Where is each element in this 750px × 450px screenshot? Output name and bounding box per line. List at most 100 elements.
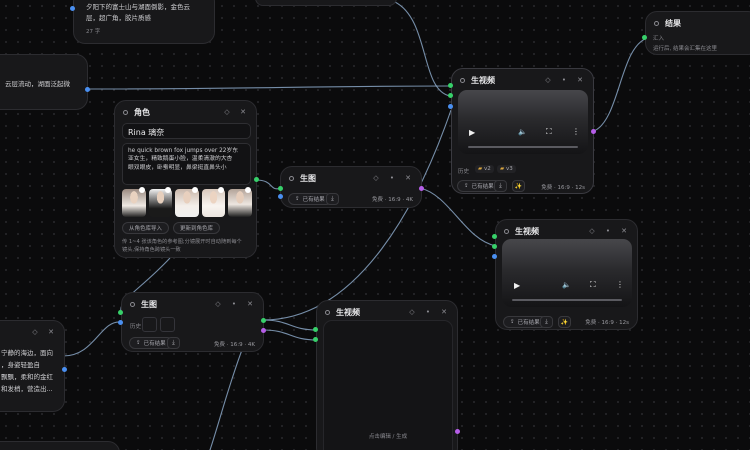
history-slot[interactable]: [142, 317, 157, 332]
reference-image[interactable]: [175, 187, 199, 217]
prompt-node-top[interactable]: 夕阳下的富士山与湖面倒影，金色云 层，超广角，胶片质感 27 字: [73, 0, 215, 44]
video-player[interactable]: ▶ 🔈 ⛶ ⋮: [502, 239, 632, 307]
reference-image[interactable]: [122, 187, 146, 217]
input-port[interactable]: [642, 35, 647, 40]
wire: [262, 109, 452, 321]
tag-icon[interactable]: ◇: [543, 76, 553, 84]
download-icon[interactable]: ⤓: [494, 180, 507, 192]
tag-icon[interactable]: ◇: [407, 308, 417, 316]
more-icon[interactable]: •: [603, 227, 613, 235]
role-desc-field[interactable]: he quick brown fox jumps over 22岁东 亚女生，精…: [122, 143, 251, 185]
result-node[interactable]: 结果 汇入 运行后, 结果会汇集在这里: [645, 11, 750, 55]
gen-meta: 免费 · 16:9 · 12s: [585, 320, 629, 326]
output-port[interactable]: [455, 429, 460, 434]
gen-image-node[interactable]: 生图 ◇ • ✕ 历史 ⇪ 已有结果 ⤓ 免费 · 16:9 · 4K: [121, 292, 264, 352]
gen-video-node[interactable]: 生视频 ◇ • ✕ 点击编辑 / 生成: [316, 300, 458, 450]
input-port[interactable]: [313, 327, 318, 332]
upload-icon: ⇪: [464, 183, 469, 189]
progress-bar[interactable]: [512, 299, 622, 301]
history-item[interactable]: ▰ v2: [475, 165, 494, 173]
more-icon[interactable]: •: [387, 174, 397, 182]
fullscreen-icon[interactable]: ⛶: [546, 127, 552, 137]
more-icon[interactable]: •: [229, 300, 239, 308]
remove-icon[interactable]: [138, 187, 145, 193]
download-icon[interactable]: ⤓: [167, 337, 180, 349]
history-slot[interactable]: [160, 317, 175, 332]
download-icon[interactable]: ⤓: [326, 193, 339, 205]
sparkle-icon[interactable]: ✨: [558, 316, 571, 328]
video-placeholder[interactable]: 点击编辑 / 生成: [323, 320, 453, 450]
more-icon[interactable]: •: [423, 308, 433, 316]
node-partial-top[interactable]: [255, 0, 397, 6]
play-icon[interactable]: ▶: [469, 128, 475, 137]
wire: [394, 1, 451, 97]
input-port[interactable]: [313, 337, 318, 342]
close-icon[interactable]: ✕: [619, 227, 629, 235]
output-port[interactable]: [254, 177, 259, 182]
close-icon[interactable]: ✕: [575, 76, 585, 84]
input-port[interactable]: [278, 194, 283, 199]
input-port[interactable]: [492, 254, 497, 259]
node-partial-bottom[interactable]: [0, 441, 120, 450]
more-icon[interactable]: •: [559, 76, 569, 84]
input-port[interactable]: [492, 244, 497, 249]
import-from-library-button[interactable]: 从角色库导入: [122, 222, 170, 234]
volume-icon[interactable]: 🔈: [562, 281, 571, 289]
role-node[interactable]: 角色 ◇ ✕ Rina 璃奈 he quick brown fox jumps …: [114, 100, 257, 258]
role-desc-line: 眼双眼皮，卧蚕明显，鼻梁挺直鼻头小: [128, 164, 227, 171]
reference-image[interactable]: [148, 187, 173, 217]
input-port[interactable]: [448, 83, 453, 88]
reference-image[interactable]: [201, 187, 226, 217]
output-port[interactable]: [62, 367, 67, 372]
history-label: 历史: [458, 169, 470, 175]
close-icon[interactable]: ✕: [238, 108, 248, 116]
role-name-input[interactable]: Rina 璃奈: [122, 123, 251, 139]
tag-icon[interactable]: ◇: [213, 300, 223, 308]
input-port[interactable]: [448, 104, 453, 109]
close-icon[interactable]: ✕: [245, 300, 255, 308]
history-item[interactable]: ▰ v3: [497, 165, 516, 173]
output-port[interactable]: [70, 6, 75, 11]
output-port[interactable]: [419, 186, 424, 191]
gen-video-node[interactable]: 生视频 ◇ • ✕ ▶ 🔈 ⛶ ⋮ 历史 ▰ v2 ▰ v3 ⇪ 已有结果 ⤓ ✨…: [451, 68, 594, 194]
output-port[interactable]: [591, 129, 596, 134]
video-player[interactable]: ▶ 🔈 ⛶ ⋮: [458, 90, 588, 154]
sparkle-icon[interactable]: ✨: [512, 180, 525, 192]
prompt-node-bottom-left[interactable]: ◇ ✕ 宁静的海边，面向 ，身姿轻盈自 飘飘，柔和的金红 和发梢，营造出...: [0, 320, 65, 412]
input-port[interactable]: [118, 320, 123, 325]
output-port[interactable]: [261, 328, 266, 333]
input-port[interactable]: [448, 93, 453, 98]
tag-icon[interactable]: ◇: [30, 328, 40, 336]
status-dot: [130, 301, 135, 307]
close-icon[interactable]: ✕: [403, 174, 413, 182]
input-port[interactable]: [118, 310, 123, 315]
gen-meta: 免费 · 16:9 · 4K: [214, 342, 255, 348]
remove-icon[interactable]: [244, 187, 251, 193]
output-port[interactable]: [261, 318, 266, 323]
tag-icon[interactable]: ◇: [371, 174, 381, 182]
close-icon[interactable]: ✕: [46, 328, 56, 336]
prompt-node-left[interactable]: 云层流动，湖面泛起微: [0, 54, 88, 110]
reference-image[interactable]: [228, 187, 252, 217]
input-port[interactable]: [278, 186, 283, 191]
play-icon[interactable]: ▶: [514, 281, 520, 290]
remove-icon[interactable]: [165, 187, 172, 193]
close-icon[interactable]: ✕: [439, 308, 449, 316]
progress-bar[interactable]: [468, 146, 578, 148]
fullscreen-icon[interactable]: ⛶: [590, 280, 596, 290]
status-dot: [460, 77, 465, 83]
input-port[interactable]: [492, 234, 497, 239]
tag-icon[interactable]: ◇: [587, 227, 597, 235]
download-icon[interactable]: ⤓: [540, 316, 553, 328]
more-icon[interactable]: ⋮: [616, 280, 624, 289]
gen-image-node[interactable]: 生图 ◇ • ✕ ⇪ 已有结果 ⤓ 免费 · 16:9 · 4K: [280, 166, 422, 208]
more-icon[interactable]: ⋮: [572, 127, 580, 136]
remove-icon[interactable]: [191, 187, 198, 193]
status-dot: [504, 228, 509, 234]
tag-icon[interactable]: ◇: [222, 108, 232, 116]
gen-video-node[interactable]: 生视频 ◇ • ✕ ▶ 🔈 ⛶ ⋮ ⇪ 已有结果 ⤓ ✨ 免费 · 16:9 · …: [495, 219, 638, 330]
remove-icon[interactable]: [218, 187, 225, 193]
update-library-button[interactable]: 更新到角色库: [173, 222, 221, 234]
output-port[interactable]: [85, 87, 90, 92]
volume-icon[interactable]: 🔈: [518, 128, 527, 136]
